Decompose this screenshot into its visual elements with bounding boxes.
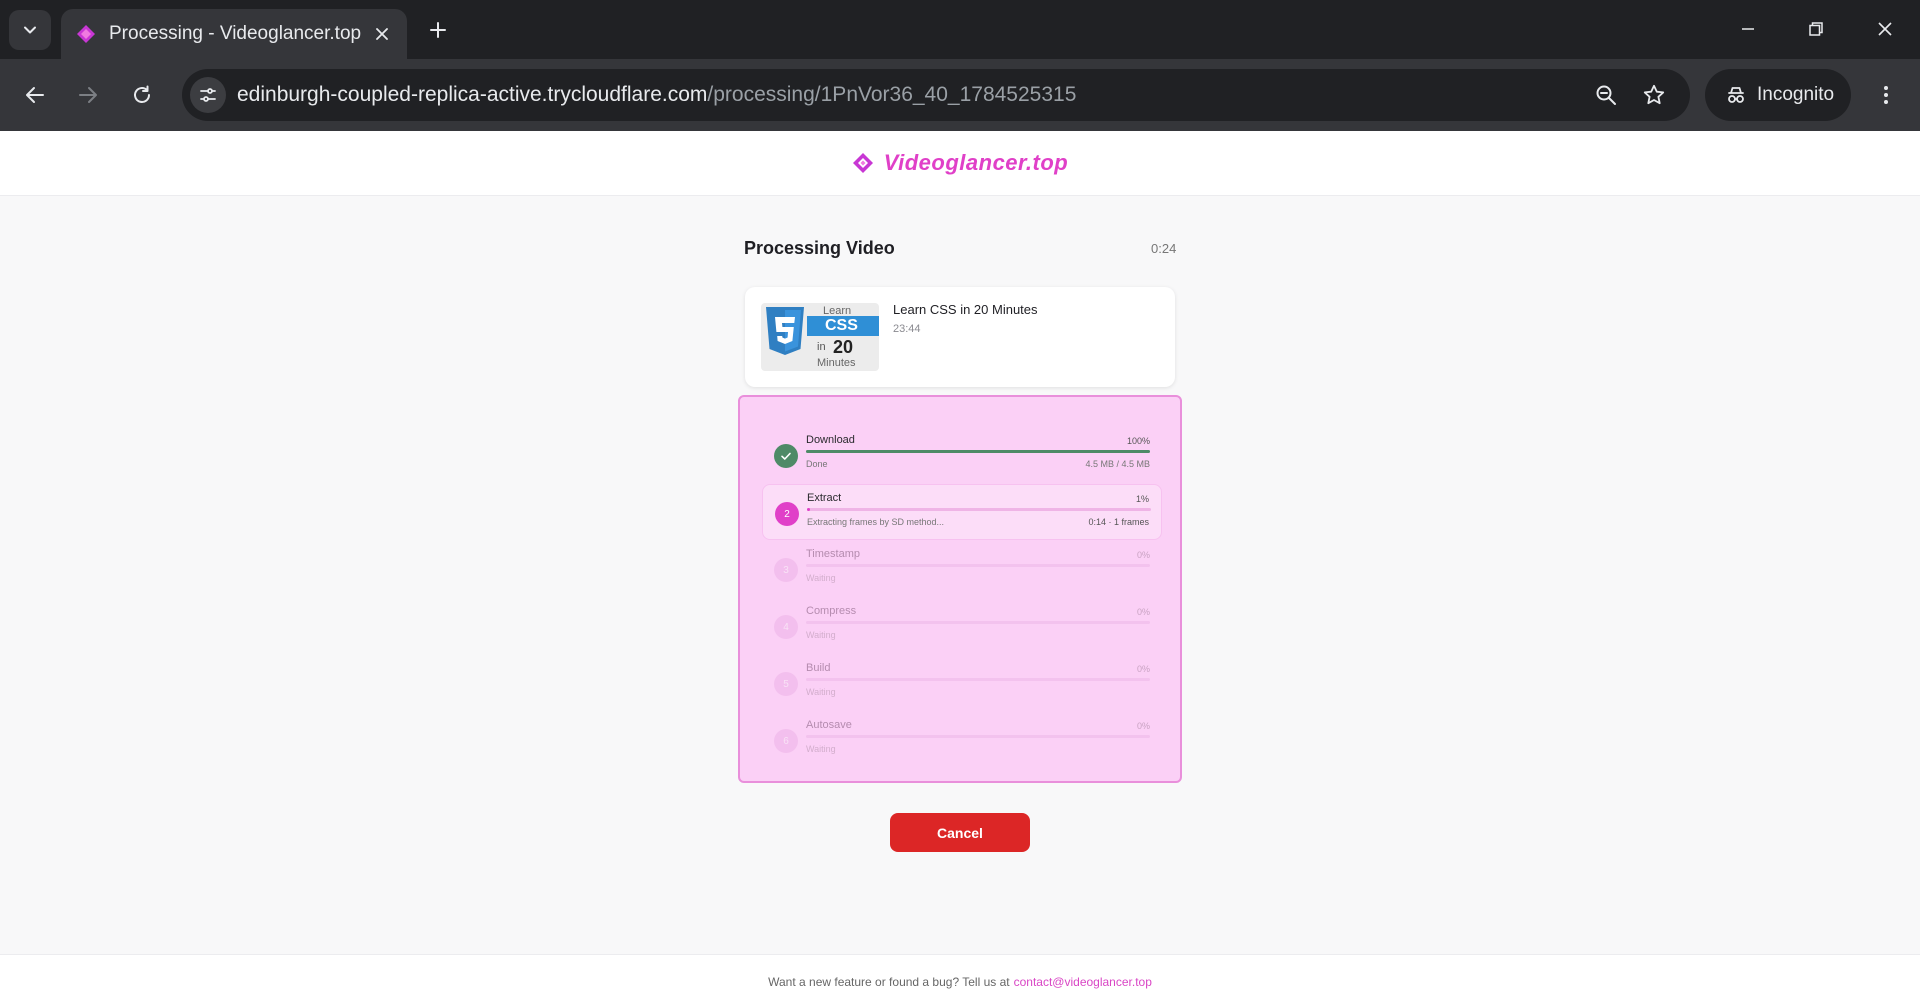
progress-steps-panel: Download 100% Done 4.5 MB / 4.5 MB 2 Ext… [738, 395, 1182, 783]
step-progress-bar [806, 450, 1150, 453]
thumb-css-text: CSS [825, 317, 858, 334]
arrow-right-icon [79, 87, 97, 103]
step-number-badge: 5 [774, 672, 798, 696]
step-autosave: 6 Autosave 0% Waiting [762, 712, 1162, 768]
step-name: Extract [807, 492, 842, 504]
step-progress-bar [806, 678, 1150, 681]
thumb-learn-text: Learn [823, 305, 852, 317]
back-button[interactable] [15, 75, 55, 115]
reload-icon [134, 85, 150, 103]
footer-text: Want a new feature or found a bug? Tell … [768, 974, 1010, 989]
url-text: edinburgh-coupled-replica-active.tryclou… [237, 83, 1076, 107]
browser-toolbar: edinburgh-coupled-replica-active.tryclou… [0, 59, 1920, 131]
logo-icon [852, 153, 873, 173]
video-thumbnail: Learn CSS in 20 Minutes [761, 303, 879, 371]
tab-close-button[interactable] [367, 19, 397, 49]
zoom-button[interactable] [1590, 79, 1622, 111]
step-progress-bar [806, 735, 1150, 738]
close-icon [376, 28, 388, 40]
step-name: Autosave [806, 719, 852, 731]
cancel-button[interactable]: Cancel [890, 813, 1030, 852]
url-path: /processing/1PnVor36_40_1784525315 [707, 83, 1077, 106]
step-number-badge: 3 [774, 558, 798, 582]
brand-link[interactable]: Videoglancer.top [852, 150, 1068, 176]
close-icon [1878, 22, 1892, 36]
step-build: 5 Build 0% Waiting [762, 655, 1162, 711]
incognito-label: Incognito [1757, 84, 1835, 105]
zoom-out-icon [1596, 85, 1616, 105]
arrow-left-icon [26, 87, 44, 103]
tab-active[interactable]: Processing - Videoglancer.top [61, 9, 407, 59]
thumb-in-text: in [817, 341, 826, 353]
step-percent: 0% [1136, 664, 1150, 674]
site-footer: Want a new feature or found a bug? Tell … [0, 954, 1920, 1008]
step-percent: 1% [1135, 494, 1149, 504]
step-progress-bar [806, 564, 1150, 567]
url-host: edinburgh-coupled-replica-active.tryclou… [237, 83, 708, 106]
site-header: Videoglancer.top [0, 131, 1920, 196]
reload-button[interactable] [122, 75, 162, 115]
more-vertical-icon [1884, 86, 1888, 104]
plus-icon [430, 22, 446, 38]
minimize-icon [1742, 28, 1754, 30]
restore-button[interactable] [1793, 8, 1839, 50]
site-favicon-icon [75, 23, 97, 45]
site-info-button[interactable] [190, 77, 226, 113]
new-tab-button[interactable] [422, 14, 454, 46]
step-number-badge: 2 [775, 502, 799, 526]
elapsed-timer: 0:24 [1151, 241, 1177, 256]
step-meta: 0:14 · 1 frames [1088, 517, 1149, 527]
video-duration: 23:44 [893, 323, 921, 335]
step-extract: 2 Extract 1% Extracting frames by SD met… [762, 484, 1162, 540]
step-name: Download [806, 434, 855, 446]
step-progress-bar [806, 621, 1150, 624]
step-number-badge: 4 [774, 615, 798, 639]
browser-menu-button[interactable] [1868, 75, 1904, 115]
forward-button[interactable] [68, 75, 108, 115]
video-title: Learn CSS in 20 Minutes [893, 302, 1038, 317]
step-status: Waiting [806, 687, 836, 697]
bookmark-button[interactable] [1638, 79, 1670, 111]
step-meta: 4.5 MB / 4.5 MB [1085, 459, 1150, 469]
step-timestamp: 3 Timestamp 0% Waiting [762, 541, 1162, 597]
step-status: Extracting frames by SD method... [807, 517, 945, 527]
step-status: Waiting [806, 630, 836, 640]
restore-icon [1809, 22, 1823, 36]
check-circle-icon [774, 444, 798, 468]
step-compress: 4 Compress 0% Waiting [762, 598, 1162, 654]
video-card: Learn CSS in 20 Minutes Learn CSS in 20 … [745, 287, 1175, 387]
step-number-badge: 6 [774, 729, 798, 753]
step-percent: 0% [1136, 607, 1150, 617]
incognito-indicator[interactable]: Incognito [1705, 69, 1851, 121]
contact-email-link[interactable]: contact@videoglancer.top [1014, 975, 1152, 989]
css3-logo-icon [766, 307, 804, 355]
minimize-button[interactable] [1725, 8, 1771, 50]
step-progress-bar [807, 508, 1151, 511]
step-name: Timestamp [806, 548, 860, 560]
step-status: Done [806, 459, 828, 469]
step-status: Waiting [806, 744, 836, 754]
tune-icon [200, 88, 216, 102]
thumb-minutes-text: Minutes [817, 357, 856, 369]
step-percent: 100% [1126, 436, 1150, 446]
step-name: Compress [806, 605, 857, 617]
brand-name: Videoglancer.top [883, 150, 1069, 175]
close-window-button[interactable] [1862, 8, 1908, 50]
step-status: Waiting [806, 573, 836, 583]
tab-title: Processing - Videoglancer.top [109, 23, 362, 44]
address-bar[interactable]: edinburgh-coupled-replica-active.tryclou… [182, 69, 1690, 121]
step-percent: 0% [1136, 721, 1150, 731]
tab-search-button[interactable] [9, 10, 51, 50]
step-percent: 0% [1136, 550, 1150, 560]
chevron-down-icon [24, 26, 36, 34]
browser-tab-strip: Processing - Videoglancer.top [0, 0, 1920, 59]
thumb-number-text: 20 [833, 337, 854, 357]
step-progress-fill [806, 450, 1150, 453]
step-download: Download 100% Done 4.5 MB / 4.5 MB [762, 427, 1162, 483]
step-progress-fill [807, 508, 811, 511]
star-icon [1643, 84, 1665, 105]
page-title: Processing Video [744, 238, 895, 258]
incognito-icon [1728, 87, 1744, 103]
step-name: Build [806, 662, 831, 674]
